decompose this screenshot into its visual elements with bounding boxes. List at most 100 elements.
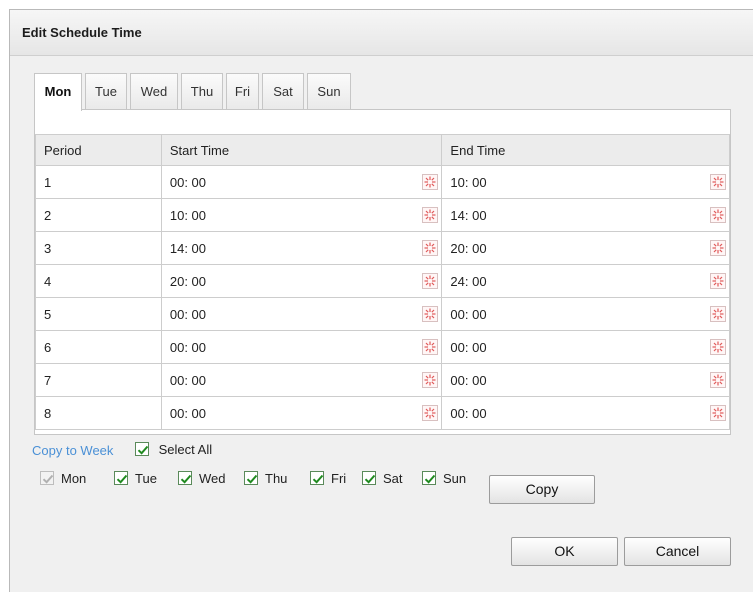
start-time-field[interactable]: 10: 00	[160, 198, 443, 232]
clock-picker-icon[interactable]	[422, 174, 439, 190]
cancel-button[interactable]: Cancel	[624, 537, 731, 566]
copy-day-fri[interactable]: Fri	[310, 471, 346, 486]
clock-picker-icon[interactable]	[422, 405, 439, 421]
clock-picker-icon[interactable]	[710, 273, 726, 289]
day-checkbox[interactable]	[244, 471, 258, 485]
select-all-label: Select All	[158, 442, 213, 457]
ok-button[interactable]: OK	[511, 537, 618, 566]
end-time-value: 00: 00	[450, 372, 487, 388]
clock-picker-icon[interactable]	[710, 207, 726, 223]
end-time-field[interactable]: 00: 00	[441, 363, 730, 397]
checkmark-icon	[116, 474, 128, 484]
day-label: Sun	[443, 471, 467, 486]
day-checkbox[interactable]	[422, 471, 436, 485]
clock-picker-icon[interactable]	[422, 273, 439, 289]
day-checkbox[interactable]	[362, 471, 376, 485]
clock-picker-icon[interactable]	[422, 207, 439, 223]
checkmark-icon	[424, 474, 436, 484]
clock-picker-icon[interactable]	[422, 372, 439, 388]
start-time-value: 10: 00	[169, 207, 207, 223]
copy-day-sun[interactable]: Sun	[422, 471, 466, 486]
end-time-field[interactable]: 24: 00	[441, 264, 730, 298]
end-time-field[interactable]: 20: 00	[441, 231, 730, 265]
clock-picker-icon[interactable]	[710, 174, 726, 190]
tab-mon[interactable]: Mon	[34, 73, 82, 111]
table-row: 1 00: 00 10: 00	[35, 165, 730, 199]
start-time-field[interactable]: 00: 00	[160, 297, 443, 331]
end-time-value: 14: 00	[450, 207, 487, 223]
start-time-value: 00: 00	[169, 174, 207, 190]
start-time-field[interactable]: 00: 00	[160, 165, 443, 199]
select-all-checkbox[interactable]	[135, 442, 149, 456]
table-row: 8 00: 00 00: 00	[35, 396, 730, 430]
day-label: Tue	[135, 471, 157, 486]
start-time-field[interactable]: 00: 00	[160, 330, 443, 364]
end-time-field[interactable]: 00: 00	[441, 330, 730, 364]
checkmark-icon	[364, 474, 376, 484]
period-cell: 2	[35, 198, 162, 232]
start-time-value: 00: 00	[169, 405, 207, 421]
start-time-field[interactable]: 00: 00	[160, 396, 443, 430]
clock-picker-icon[interactable]	[422, 240, 439, 256]
table-row: 2 10: 00 14: 00	[35, 198, 730, 232]
day-checkbox	[40, 471, 54, 485]
start-time-value: 20: 00	[169, 273, 207, 289]
table-header-row: Period Start Time End Time	[35, 134, 730, 166]
period-header: Period	[35, 134, 162, 166]
tab-fri[interactable]: Fri	[226, 73, 259, 110]
clock-picker-icon[interactable]	[422, 306, 439, 322]
clock-picker-icon[interactable]	[710, 240, 726, 256]
end-time-value: 20: 00	[450, 240, 487, 256]
period-cell: 8	[35, 396, 162, 430]
day-label: Mon	[61, 471, 87, 486]
start-time-field[interactable]: 00: 00	[160, 363, 443, 397]
copy-button[interactable]: Copy	[489, 475, 595, 504]
end-time-field[interactable]: 00: 00	[441, 297, 730, 331]
end-time-field[interactable]: 00: 00	[441, 396, 730, 430]
copy-day-thu[interactable]: Thu	[244, 471, 287, 486]
period-cell: 4	[35, 264, 162, 298]
table-row: 4 20: 00 24: 00	[35, 264, 730, 298]
table-row: 6 00: 00 00: 00	[35, 330, 730, 364]
end-time-value: 24: 00	[450, 273, 487, 289]
day-checkbox[interactable]	[310, 471, 324, 485]
end-time-field[interactable]: 10: 00	[441, 165, 730, 199]
tab-thu[interactable]: Thu	[181, 73, 223, 110]
checkmark-icon	[246, 474, 258, 484]
tab-wed[interactable]: Wed	[130, 73, 178, 110]
start-time-field[interactable]: 14: 00	[160, 231, 443, 265]
end-time-value: 00: 00	[450, 339, 487, 355]
clock-picker-icon[interactable]	[710, 405, 726, 421]
clock-picker-icon[interactable]	[422, 339, 439, 355]
start-time-value: 00: 00	[169, 372, 207, 388]
start-time-field[interactable]: 20: 00	[160, 264, 443, 298]
dialog-title: Edit Schedule Time	[22, 25, 142, 40]
tab-tue[interactable]: Tue	[85, 73, 127, 110]
period-cell: 7	[35, 363, 162, 397]
checkmark-icon	[312, 474, 324, 484]
end-time-field[interactable]: 14: 00	[441, 198, 730, 232]
period-cell: 1	[35, 165, 162, 199]
tab-sat[interactable]: Sat	[262, 73, 304, 110]
tab-sun[interactable]: Sun	[307, 73, 351, 110]
checkmark-icon	[137, 445, 149, 455]
period-cell: 3	[35, 231, 162, 265]
day-checkbox[interactable]	[114, 471, 128, 485]
table-row: 5 00: 00 00: 00	[35, 297, 730, 331]
copy-day-mon: Mon	[40, 471, 86, 486]
clock-picker-icon[interactable]	[710, 306, 726, 322]
table-row: 3 14: 00 20: 00	[35, 231, 730, 265]
copy-day-tue[interactable]: Tue	[114, 471, 157, 486]
copy-to-week-link[interactable]: Copy to Week	[32, 443, 113, 458]
day-label: Wed	[199, 471, 226, 486]
schedule-table: Period Start Time End Time 1 00: 00 10: 00…	[35, 134, 730, 430]
copy-day-wed[interactable]: Wed	[178, 471, 226, 486]
clock-picker-icon[interactable]	[710, 372, 726, 388]
copy-day-sat[interactable]: Sat	[362, 471, 403, 486]
end-time-value: 00: 00	[450, 306, 487, 322]
day-checkbox[interactable]	[178, 471, 192, 485]
clock-picker-icon[interactable]	[710, 339, 726, 355]
dialog-titlebar: Edit Schedule Time	[10, 10, 753, 56]
period-cell: 6	[35, 330, 162, 364]
end-time-value: 00: 00	[450, 405, 487, 421]
